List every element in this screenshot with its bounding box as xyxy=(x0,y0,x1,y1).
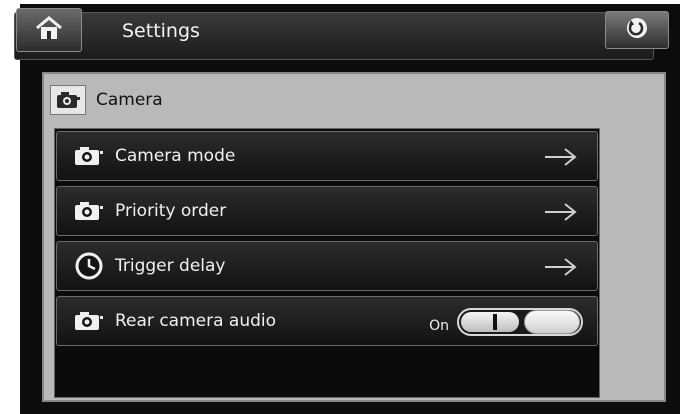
page-title: Settings xyxy=(122,20,200,42)
back-icon xyxy=(625,16,649,44)
home-icon xyxy=(34,15,64,45)
section-title: Camera xyxy=(96,90,163,110)
arrow-icon xyxy=(543,146,579,172)
clock-icon xyxy=(71,251,107,281)
home-button[interactable] xyxy=(16,8,82,52)
rear-camera-audio-toggle[interactable] xyxy=(457,308,583,336)
setting-trigger-delay[interactable]: Trigger delay xyxy=(56,241,598,291)
camera-icon xyxy=(71,310,107,332)
toggle-on-mark xyxy=(493,314,497,330)
setting-label: Rear camera audio xyxy=(115,311,277,331)
camera-icon xyxy=(71,145,107,167)
setting-camera-mode[interactable]: Camera mode xyxy=(56,131,598,181)
section-heading: Camera xyxy=(50,84,163,116)
setting-rear-camera-audio: Rear camera audio On xyxy=(56,296,598,346)
camera-icon xyxy=(71,200,107,222)
back-button[interactable] xyxy=(605,11,669,49)
setting-label: Camera mode xyxy=(115,146,236,166)
audio-toggle-group: On xyxy=(429,308,583,336)
header-bar xyxy=(14,12,654,60)
setting-priority-order[interactable]: Priority order xyxy=(56,186,598,236)
arrow-icon xyxy=(543,256,579,282)
setting-label: Trigger delay xyxy=(115,256,226,276)
arrow-icon xyxy=(543,201,579,227)
setting-label: Priority order xyxy=(115,201,227,221)
toggle-track-fill xyxy=(461,312,519,332)
toggle-knob[interactable] xyxy=(524,310,580,334)
camera-icon xyxy=(50,85,86,115)
toggle-state-label: On xyxy=(429,318,449,334)
